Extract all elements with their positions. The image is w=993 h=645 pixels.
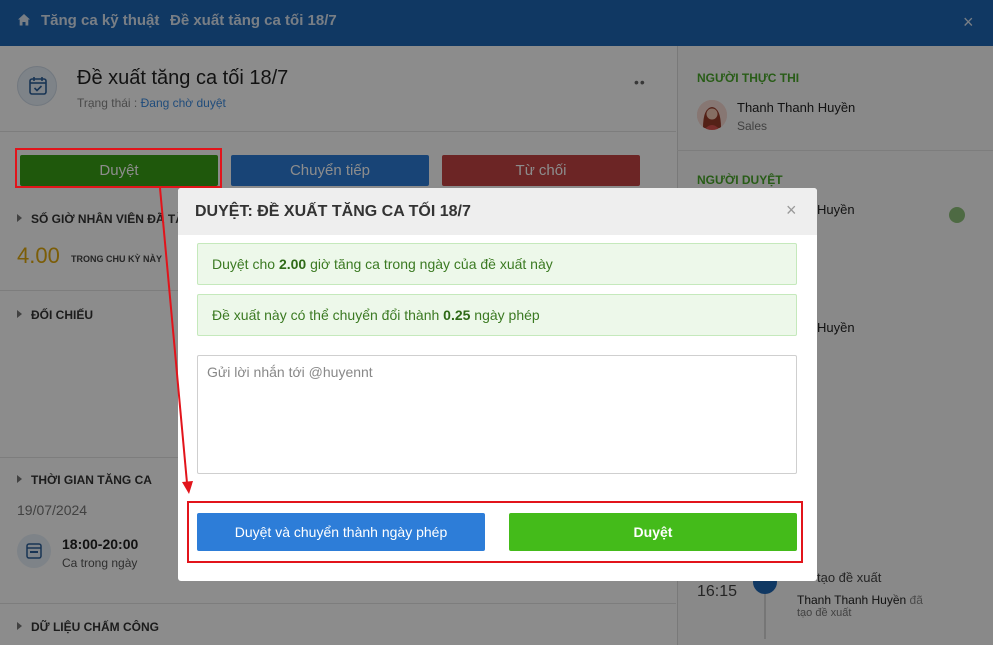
arrow-icon [159,187,193,494]
